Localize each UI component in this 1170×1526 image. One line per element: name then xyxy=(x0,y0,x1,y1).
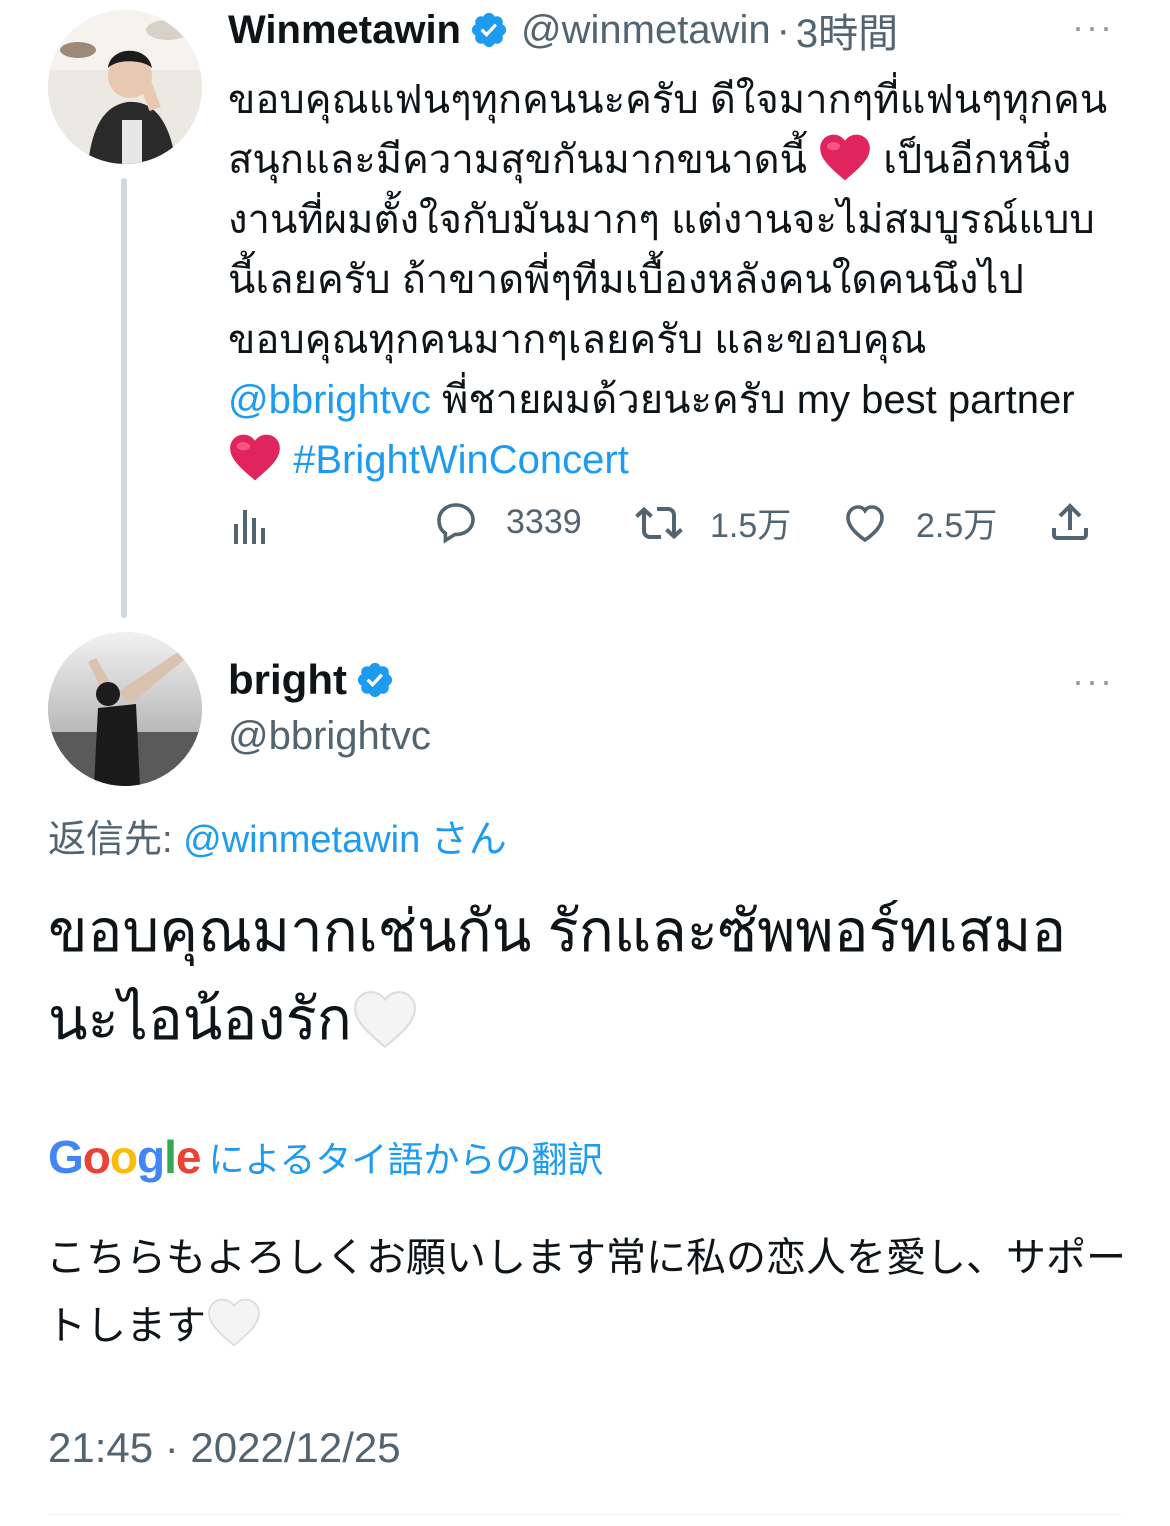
hashtag-link[interactable]: #BrightWinConcert xyxy=(293,438,629,482)
tweet-text-part: พี่ชายผมด้วยนะครับ my best partner xyxy=(430,378,1075,422)
white-heart-emoji-icon: 🤍 xyxy=(208,1298,260,1347)
verified-badge-icon xyxy=(357,662,393,698)
google-logo-letter: e xyxy=(175,1131,202,1183)
google-logo-letter: o xyxy=(109,1131,138,1183)
share-icon xyxy=(1052,503,1088,540)
translation-label[interactable]: によるタイ語からの翻訳 xyxy=(208,1131,603,1183)
google-logo-letter: o xyxy=(82,1131,111,1183)
tweet-winmetawin: Winmetawin @winmetawin · 3時間 ขอบคุณแฟนๆท… xyxy=(228,6,1128,490)
more-options-icon[interactable]: ··· xyxy=(1072,660,1114,702)
translated-text: こちらもよろしくお願いします常に私の恋人を愛し、サポートします🤍 xyxy=(46,1224,1126,1360)
thread-connector-line xyxy=(121,178,127,618)
display-name[interactable]: Winmetawin xyxy=(228,8,461,53)
reply-icon xyxy=(437,503,475,544)
reply-button[interactable]: 3339 xyxy=(432,498,582,546)
tweet-text-body: ขอบคุณมากเช่นกัน รักและซัพพอร์ทเสมอนะไอน… xyxy=(48,899,1067,1052)
more-options-icon[interactable]: ··· xyxy=(1072,6,1114,48)
retweet-count: 1.5万 xyxy=(710,507,792,545)
retweet-button[interactable]: 1.5万 xyxy=(634,498,791,547)
red-heart-emoji-icon: ❤️ xyxy=(820,134,870,181)
reply-prefix: 返信先: xyxy=(48,819,184,861)
reply-mention-link[interactable]: @winmetawin xyxy=(183,819,420,861)
separator-dot: · xyxy=(776,7,790,52)
like-count: 2.5万 xyxy=(916,507,998,545)
mention-link[interactable]: @bbrightvc xyxy=(228,378,431,422)
google-logo: Google xyxy=(48,1130,202,1184)
like-button[interactable]: 2.5万 xyxy=(840,498,997,547)
tweet-header: bright xyxy=(228,656,395,704)
avatar-bright[interactable] xyxy=(48,632,202,786)
red-heart-emoji-icon: ❤️ xyxy=(230,434,280,481)
relative-time[interactable]: 3時間 xyxy=(796,1,898,59)
google-logo-letter: l xyxy=(164,1131,177,1183)
heart-outline-icon xyxy=(846,504,884,542)
replying-to-line: 返信先: @winmetawin さん xyxy=(48,808,507,863)
handle[interactable]: @winmetawin xyxy=(521,8,771,53)
divider xyxy=(48,1514,1122,1515)
retweet-icon xyxy=(635,506,683,539)
google-logo-letter: g xyxy=(137,1131,165,1183)
tweet-text: ขอบคุณมากเช่นกัน รักและซัพพอร์ทเสมอนะไอน… xyxy=(48,888,1128,1064)
avatar-winmetawin[interactable] xyxy=(48,10,202,164)
handle[interactable]: @bbrightvc xyxy=(228,714,431,759)
display-name[interactable]: bright xyxy=(228,656,347,704)
tweet-header: Winmetawin @winmetawin · 3時間 xyxy=(228,6,1128,57)
views-button[interactable] xyxy=(228,498,272,546)
share-button[interactable] xyxy=(1046,498,1094,546)
white-heart-emoji-icon: 🤍 xyxy=(353,991,416,1049)
google-logo-letter: G xyxy=(48,1131,84,1183)
tweet-text: ขอบคุณแฟนๆทุกคนนะครับ ดีใจมากๆที่แฟนๆทุก… xyxy=(228,70,1118,490)
tweet-action-bar: 3339 1.5万 2.5万 xyxy=(228,498,1108,558)
tweet-timestamp[interactable]: 21:45 · 2022/12/25 xyxy=(48,1424,401,1472)
translation-attribution[interactable]: Google によるタイ語からの翻訳 xyxy=(48,1130,603,1184)
verified-badge-icon xyxy=(471,12,507,48)
reply-count: 3339 xyxy=(506,502,582,541)
reply-suffix: さん xyxy=(420,819,507,861)
analytics-icon xyxy=(234,510,265,544)
